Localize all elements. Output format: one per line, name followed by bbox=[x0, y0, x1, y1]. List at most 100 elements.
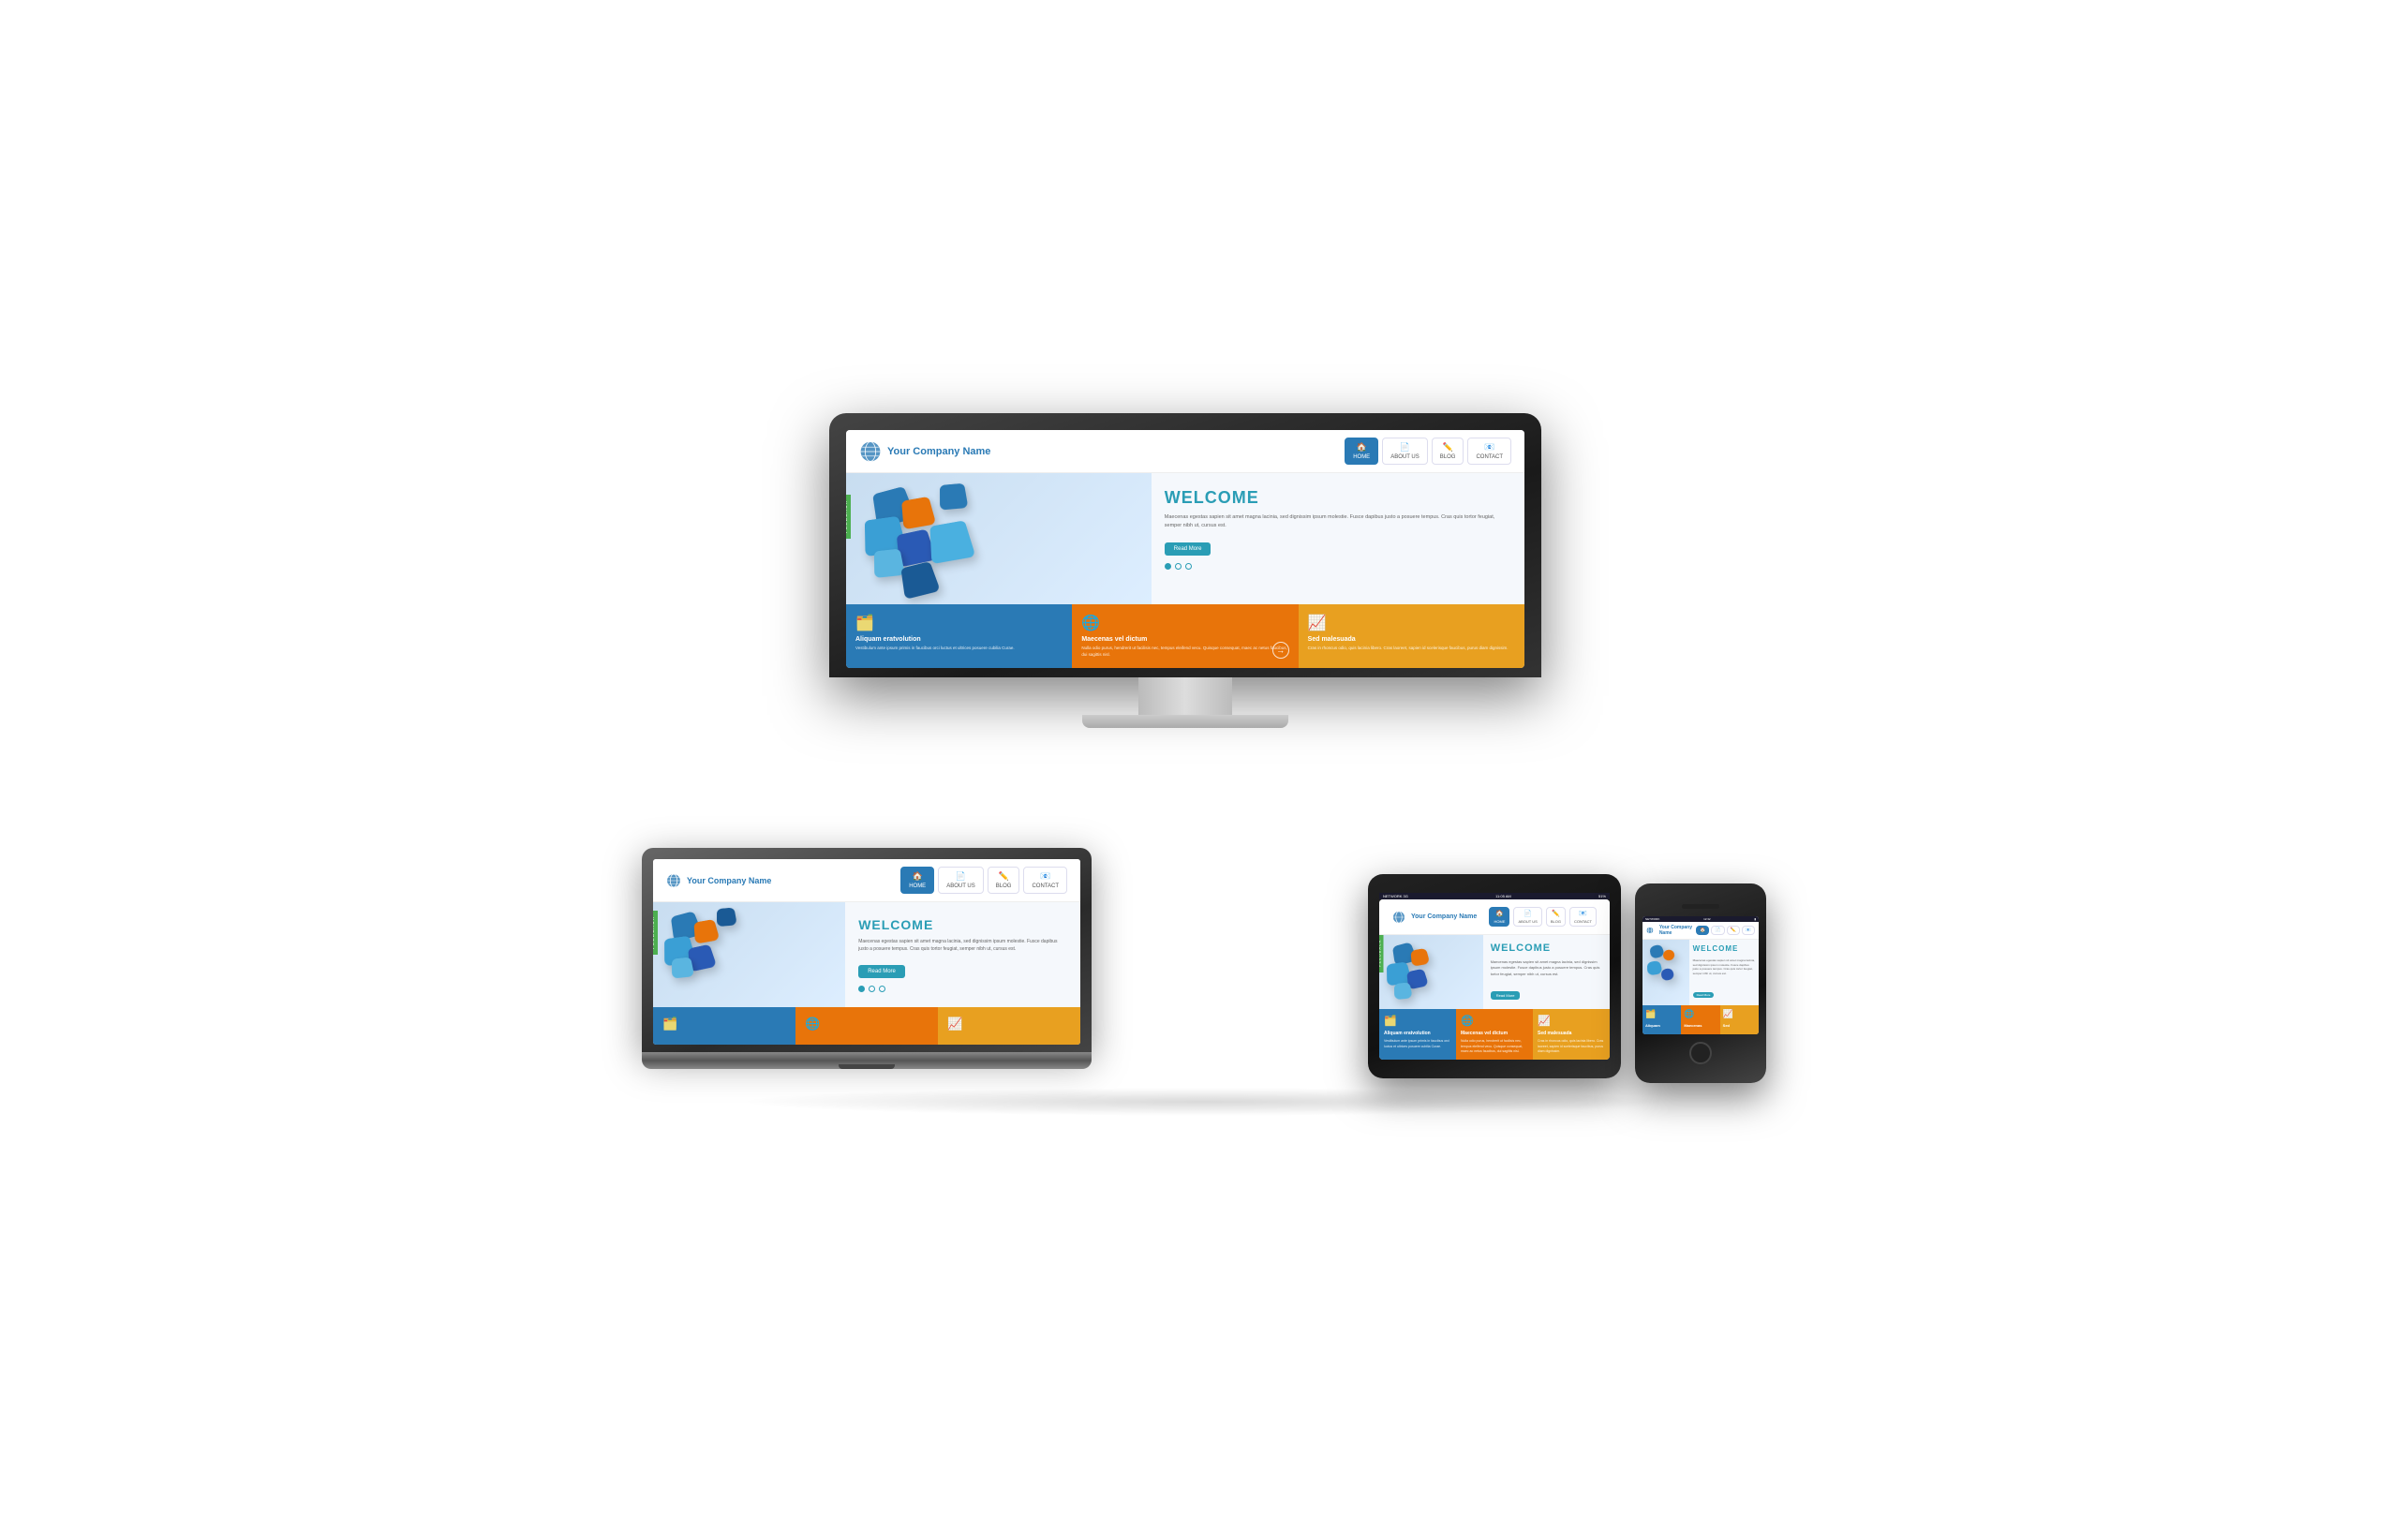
laptop-site-header: Your Company Name 🏠 HOME 📄 ABOUT US bbox=[653, 859, 1080, 902]
laptop-dot-2 bbox=[869, 986, 875, 992]
feature-title-3: Sed malesuada bbox=[1308, 636, 1515, 643]
monitor-hero-image: FEEDBACK bbox=[846, 473, 1152, 604]
laptop-logo: Your Company Name bbox=[666, 873, 771, 888]
p-tile-2 bbox=[1663, 949, 1676, 961]
laptop-nav-contact[interactable]: 📧 CONTACT bbox=[1023, 867, 1067, 894]
phone-nav-contact[interactable]: 📧 bbox=[1742, 926, 1755, 935]
scene: Your Company Name 🏠 HOME 📄 ABOUT US bbox=[642, 413, 1766, 1116]
tablet-read-more-button[interactable]: Read More bbox=[1491, 991, 1521, 1000]
phone-features: 🗂️ Aliquam 🌐 Maecenas 📈 Sed bbox=[1642, 1005, 1759, 1034]
phone-read-more-button[interactable]: Read More bbox=[1693, 992, 1715, 998]
hero-title: WELCOME bbox=[1165, 488, 1511, 508]
tile-7 bbox=[940, 483, 968, 511]
feature-text-1: Vestibulum ante ipsum primis in faucibus… bbox=[855, 646, 1063, 652]
phone-feature-title-1: Aliquam bbox=[1645, 1023, 1678, 1028]
blog-icon: ✏️ bbox=[1442, 442, 1452, 453]
tablet-feature-text-2: Nulla odio purus, hendrerit ut facilisis… bbox=[1461, 1039, 1528, 1054]
tablet-nav: 🏠 HOME 📄 ABOUT US ✏️ BLOG 📧 bbox=[1489, 907, 1597, 927]
hero-dots bbox=[1165, 563, 1511, 570]
laptop-hero: FEEDBACK WELCOME Maecenas bbox=[653, 902, 1080, 1007]
contact-icon: 📧 bbox=[1484, 442, 1494, 453]
tablet-feature-icon-1: 🗂️ bbox=[1384, 1015, 1451, 1027]
tablet-nav-blog[interactable]: ✏️ BLOG bbox=[1546, 907, 1566, 927]
laptop-feature-icon-3: 📈 bbox=[947, 1017, 1071, 1032]
nav-contact[interactable]: 📧 CONTACT bbox=[1467, 438, 1511, 465]
phone-hero-text: Maecenas egestas sapien sit amet magna l… bbox=[1693, 958, 1755, 976]
feature-title-2: Maecenas vel dictum bbox=[1081, 636, 1288, 643]
nav-home[interactable]: 🏠 HOME bbox=[1345, 438, 1378, 465]
laptop-feature-icon-1: 🗂️ bbox=[662, 1017, 786, 1032]
t-tile-5 bbox=[1394, 982, 1413, 1000]
laptop-hero-content: WELCOME Maecenas egestas sapien sit amet… bbox=[845, 902, 1080, 1007]
feature-card-1: 🗂️ Aliquam eratvolution Vestibulum ante … bbox=[846, 604, 1072, 668]
tablet-globe-icon bbox=[1392, 911, 1405, 924]
tablet-site-header: Your Company Name 🏠 HOME 📄 ABOUT US bbox=[1379, 899, 1610, 935]
laptop-frame: Your Company Name 🏠 HOME 📄 ABOUT US bbox=[642, 848, 1092, 1052]
phone-feature-icon-2: 🌐 bbox=[1684, 1009, 1717, 1019]
laptop-blog-icon: ✏️ bbox=[998, 871, 1008, 882]
tablet-feature-text-1: Vestibulum ante ipsum primis in faucibus… bbox=[1384, 1039, 1451, 1049]
tablet-nav-about[interactable]: 📄 ABOUT US bbox=[1513, 907, 1541, 927]
tablet-nav-contact[interactable]: 📧 CONTACT bbox=[1569, 907, 1597, 927]
phone-nav-blog[interactable]: ✏️ bbox=[1727, 926, 1740, 935]
feature-card-3: 📈 Sed malesuada Cras in rhoncus odio, qu… bbox=[1299, 604, 1524, 668]
tablet-features: 🗂️ Aliquam eratvolution Vestibulum ante … bbox=[1379, 1009, 1610, 1060]
laptop: Your Company Name 🏠 HOME 📄 ABOUT US bbox=[642, 848, 1092, 1069]
tablet-status-bar: NETWORK 3G 11:05 AM 51% bbox=[1379, 893, 1610, 899]
tile-5 bbox=[874, 549, 905, 578]
feature-icon-1: 🗂️ bbox=[855, 614, 1063, 632]
laptop-home-icon: 🏠 bbox=[913, 871, 923, 882]
ground-shadow bbox=[736, 1088, 1672, 1116]
phone-nav-about[interactable]: 📄 bbox=[1711, 926, 1724, 935]
feature-arrow-2[interactable]: → bbox=[1272, 642, 1289, 659]
tablet-feature-title-3: Sed malesuada bbox=[1538, 1031, 1605, 1036]
phone-globe-icon bbox=[1646, 926, 1654, 935]
laptop-hero-title: WELCOME bbox=[858, 917, 1067, 932]
globe-icon bbox=[859, 440, 882, 463]
laptop-feature-card-1: 🗂️ bbox=[653, 1007, 795, 1045]
laptop-read-more-button[interactable]: Read More bbox=[858, 965, 905, 978]
laptop-screen: Your Company Name 🏠 HOME 📄 ABOUT US bbox=[653, 859, 1080, 1045]
read-more-button[interactable]: Read More bbox=[1165, 542, 1211, 556]
tile-6 bbox=[900, 561, 940, 600]
phone-nav: 🏠 📄 ✏️ 📧 bbox=[1696, 926, 1755, 935]
dot-3 bbox=[1185, 563, 1192, 570]
tablet-logo: Your Company Name bbox=[1392, 911, 1477, 924]
phone-feature-card-1: 🗂️ Aliquam bbox=[1642, 1005, 1681, 1034]
tablet-home-icon: 🏠 bbox=[1495, 910, 1504, 917]
home-icon: 🏠 bbox=[1357, 442, 1367, 453]
laptop-nav-home[interactable]: 🏠 HOME bbox=[900, 867, 934, 894]
tablet-hero-content: WELCOME Maecenas egestas sapien sit amet… bbox=[1483, 935, 1610, 1009]
tablet-feature-card-1: 🗂️ Aliquam eratvolution Vestibulum ante … bbox=[1379, 1009, 1456, 1060]
monitor-features: 🗂️ Aliquam eratvolution Vestibulum ante … bbox=[846, 604, 1524, 668]
laptop-features: 🗂️ 🌐 📈 bbox=[653, 1007, 1080, 1045]
nav-blog[interactable]: ✏️ BLOG bbox=[1432, 438, 1464, 465]
phone-feature-card-3: 📈 Sed bbox=[1720, 1005, 1759, 1034]
feature-text-2: Nulla odio purus, hendrerit ut facilisis… bbox=[1081, 646, 1288, 659]
phone-home-button[interactable] bbox=[1689, 1042, 1712, 1064]
tablet-feature-icon-2: 🌐 bbox=[1461, 1015, 1528, 1027]
monitor-site-header: Your Company Name 🏠 HOME 📄 ABOUT US bbox=[846, 430, 1524, 473]
tablet-hero: FEEDBACK WELCOME Maecenas egestas sapien bbox=[1379, 935, 1610, 1009]
p-tile-4 bbox=[1660, 968, 1674, 982]
laptop-nav-about[interactable]: 📄 ABOUT US bbox=[938, 867, 984, 894]
tablet-nav-home[interactable]: 🏠 HOME bbox=[1489, 907, 1509, 927]
feature-card-2: 🌐 Maecenas vel dictum Nulla odio purus, … bbox=[1072, 604, 1298, 668]
tablet-feature-title-1: Aliquam eratvolution bbox=[1384, 1031, 1451, 1036]
laptop-base bbox=[642, 1052, 1092, 1069]
laptop-globe-icon bbox=[666, 873, 681, 888]
monitor-frame: Your Company Name 🏠 HOME 📄 ABOUT US bbox=[829, 413, 1541, 677]
phone-nav-home[interactable]: 🏠 bbox=[1696, 926, 1709, 935]
feature-icon-3: 📈 bbox=[1308, 614, 1515, 632]
monitor-logo: Your Company Name bbox=[859, 440, 990, 463]
laptop-about-icon: 📄 bbox=[956, 871, 966, 882]
monitor-stand-base bbox=[1082, 715, 1288, 728]
laptop-feature-card-2: 🌐 bbox=[795, 1007, 938, 1045]
laptop-feature-icon-2: 🌐 bbox=[805, 1017, 929, 1032]
laptop-nav-blog[interactable]: ✏️ BLOG bbox=[988, 867, 1020, 894]
phone-feature-icon-1: 🗂️ bbox=[1645, 1009, 1678, 1019]
monitor-hero: FEEDBACK bbox=[846, 473, 1524, 604]
feature-title-1: Aliquam eratvolution bbox=[855, 636, 1063, 643]
nav-about[interactable]: 📄 ABOUT US bbox=[1382, 438, 1428, 465]
tablet-hero-text: Maecenas egestas sapien sit amet magna l… bbox=[1491, 959, 1602, 977]
